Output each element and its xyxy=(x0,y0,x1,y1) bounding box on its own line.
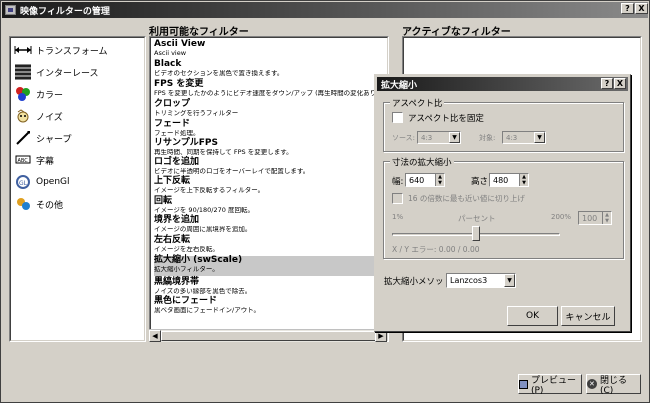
interlace-icon xyxy=(14,64,32,80)
scroll-left-icon[interactable]: ◀ xyxy=(149,330,161,342)
resize-dialog: 拡大縮小 ? X アスペクト比 アスペクト比を固定 ソース: 4:3 ▼ 対象: … xyxy=(374,74,631,332)
round16-checkbox[interactable] xyxy=(392,193,403,204)
method-label: 拡大縮小メソッド: xyxy=(384,277,455,287)
close-button[interactable]: ✕ 閉じる(C) xyxy=(586,374,641,396)
svg-text:ABC: ABC xyxy=(18,158,29,164)
available-filter-list[interactable]: Ascii View Ascii view Black ビデオのセクションを黒色で置… xyxy=(149,36,389,342)
svg-text:GL: GL xyxy=(19,180,28,187)
chevron-down-icon: ▼ xyxy=(504,274,515,287)
filter-item[interactable]: リサンプルFPS 再生時間、同期を保持して FPS を変更します。 xyxy=(154,139,386,156)
round16-label: 16 の倍数に最も近い値に切り上げ xyxy=(408,194,525,203)
category-label: OpenGl xyxy=(36,177,70,187)
filter-item[interactable]: クロップ トリミングを行うフィルター xyxy=(154,100,386,117)
category-label: 字幕 xyxy=(36,156,55,167)
preview-icon xyxy=(519,379,528,389)
filter-item-selected[interactable]: 拡大縮小 (swScale) 拡大縮小フィルター。 xyxy=(154,256,386,276)
height-spinbox[interactable]: 480 ▲ ▼ xyxy=(489,173,529,187)
sharpen-icon xyxy=(14,130,32,146)
opengl-icon: GL xyxy=(14,174,32,190)
source-label: ソース: xyxy=(392,134,416,142)
close-window-button[interactable]: X xyxy=(635,3,648,14)
category-interlace[interactable]: インターレース xyxy=(14,61,142,83)
source-aspect-select[interactable]: 4:3 ▼ xyxy=(417,131,461,144)
spinner-icon[interactable]: ▲ ▼ xyxy=(602,212,611,224)
percent-slider-thumb[interactable] xyxy=(472,226,480,241)
percent-spinbox[interactable]: 100 ▲ ▼ xyxy=(578,211,612,225)
cancel-button[interactable]: キャンセル xyxy=(561,306,615,326)
app-icon xyxy=(5,5,16,15)
category-label: インターレース xyxy=(36,68,99,79)
dialog-close-button[interactable]: X xyxy=(614,78,626,89)
method-select[interactable]: Lanzcos3 ▼ xyxy=(446,273,516,288)
window-titlebar[interactable]: 映像フィルターの管理 xyxy=(2,2,648,18)
chevron-down-icon: ▼ xyxy=(449,132,460,143)
misc-icon xyxy=(14,196,32,212)
target-aspect-select[interactable]: 4:3 ▼ xyxy=(502,131,546,144)
category-opengl[interactable]: GL OpenGl xyxy=(14,171,142,193)
dialog-titlebar[interactable]: 拡大縮小 xyxy=(377,77,628,91)
height-label: 高さ: xyxy=(471,177,491,187)
width-spinbox[interactable]: 640 ▲ ▼ xyxy=(405,173,445,187)
filter-item[interactable]: FPS を変更 FPS を変更したかのようにビデオ速度をダウン/アップ (再生時間… xyxy=(154,80,386,97)
width-label: 幅: xyxy=(392,177,404,187)
filter-item[interactable]: Black ビデオのセクションを黒色で置き換えます。 xyxy=(154,60,386,77)
noise-icon xyxy=(14,108,32,124)
color-icon xyxy=(14,86,32,102)
category-label: その他 xyxy=(36,200,64,211)
filter-item[interactable]: 左右反転 イメージを左右反転。 xyxy=(154,236,386,253)
dialog-help-button[interactable]: ? xyxy=(601,78,613,89)
spinner-icon[interactable]: ▲ ▼ xyxy=(519,174,528,186)
aspect-ratio-group: アスペクト比 アスペクト比を固定 ソース: 4:3 ▼ 対象: 4:3 ▼ xyxy=(383,97,624,152)
xy-error-label: X / Y エラー: 0.00 / 0.00 xyxy=(392,245,480,254)
filter-item[interactable]: Ascii View Ascii view xyxy=(154,40,386,57)
filter-item[interactable]: 上下反転 イメージを上下反転するフィルター。 xyxy=(154,177,386,194)
category-sharpen[interactable]: シャープ xyxy=(14,127,142,149)
category-subtitle[interactable]: ABC 字幕 xyxy=(14,149,142,171)
scroll-thumb[interactable] xyxy=(161,331,376,341)
filter-item[interactable]: 黒縞境界帯 ノイズの多い縁部を黒色で除去。 xyxy=(154,278,386,295)
category-label: ノイズ xyxy=(36,112,63,123)
horizontal-scrollbar[interactable]: ◀ ▶ xyxy=(149,329,387,342)
category-color[interactable]: カラー xyxy=(14,83,142,105)
filter-item[interactable]: 黒色にフェード 黒ベタ画面にフェードイン/アウト。 xyxy=(154,297,386,314)
filter-item[interactable]: ロゴを追加 ビデオに半透明のロゴをオーバーレイで配置します。 xyxy=(154,158,386,175)
filter-item[interactable]: フェード フェード処理。 xyxy=(154,120,386,137)
preview-button[interactable]: プレビュー(P) xyxy=(518,374,582,396)
percent-label: パーセント xyxy=(458,214,496,223)
category-transform[interactable]: トランスフォーム xyxy=(14,39,142,61)
category-label: シャープ xyxy=(36,134,72,145)
category-noise[interactable]: ノイズ xyxy=(14,105,142,127)
percent-min-label: 1% xyxy=(392,213,404,221)
lock-aspect-checkbox[interactable] xyxy=(392,112,403,123)
target-label: 対象: xyxy=(479,134,496,142)
lock-aspect-label: アスペクト比を固定 xyxy=(408,114,484,124)
filter-item[interactable]: 回転 イメージを 90/180/270 度回転。 xyxy=(154,197,386,214)
spinner-icon[interactable]: ▲ ▼ xyxy=(435,174,444,186)
size-scale-group: 寸法の拡大縮小 幅: 640 ▲ ▼ 高さ: 480 ▲ ▼ 16 の倍数に最も近い値に… xyxy=(383,156,624,259)
subtitle-icon: ABC xyxy=(14,152,32,168)
category-list[interactable]: トランスフォーム インターレース カラー ノイズ シャープ ABC 字幕 GL … xyxy=(9,36,146,342)
filter-item[interactable]: 境界を追加 イメージの周囲に黒境界を追加。 xyxy=(154,216,386,233)
category-misc[interactable]: その他 xyxy=(14,193,142,215)
category-label: カラー xyxy=(36,90,64,101)
ok-button[interactable]: OK xyxy=(507,306,558,326)
close-icon: ✕ xyxy=(587,379,597,389)
chevron-down-icon: ▼ xyxy=(534,132,545,143)
filter-manager-window: 映像フィルターの管理 ? X 利用可能なフィルター アクティブなフィルター トラ… xyxy=(0,0,650,403)
help-button[interactable]: ? xyxy=(621,3,634,14)
transform-icon xyxy=(14,42,32,58)
percent-max-label: 200% xyxy=(551,213,572,221)
window-title: 映像フィルターの管理 xyxy=(20,6,110,17)
category-label: トランスフォーム xyxy=(36,46,108,57)
